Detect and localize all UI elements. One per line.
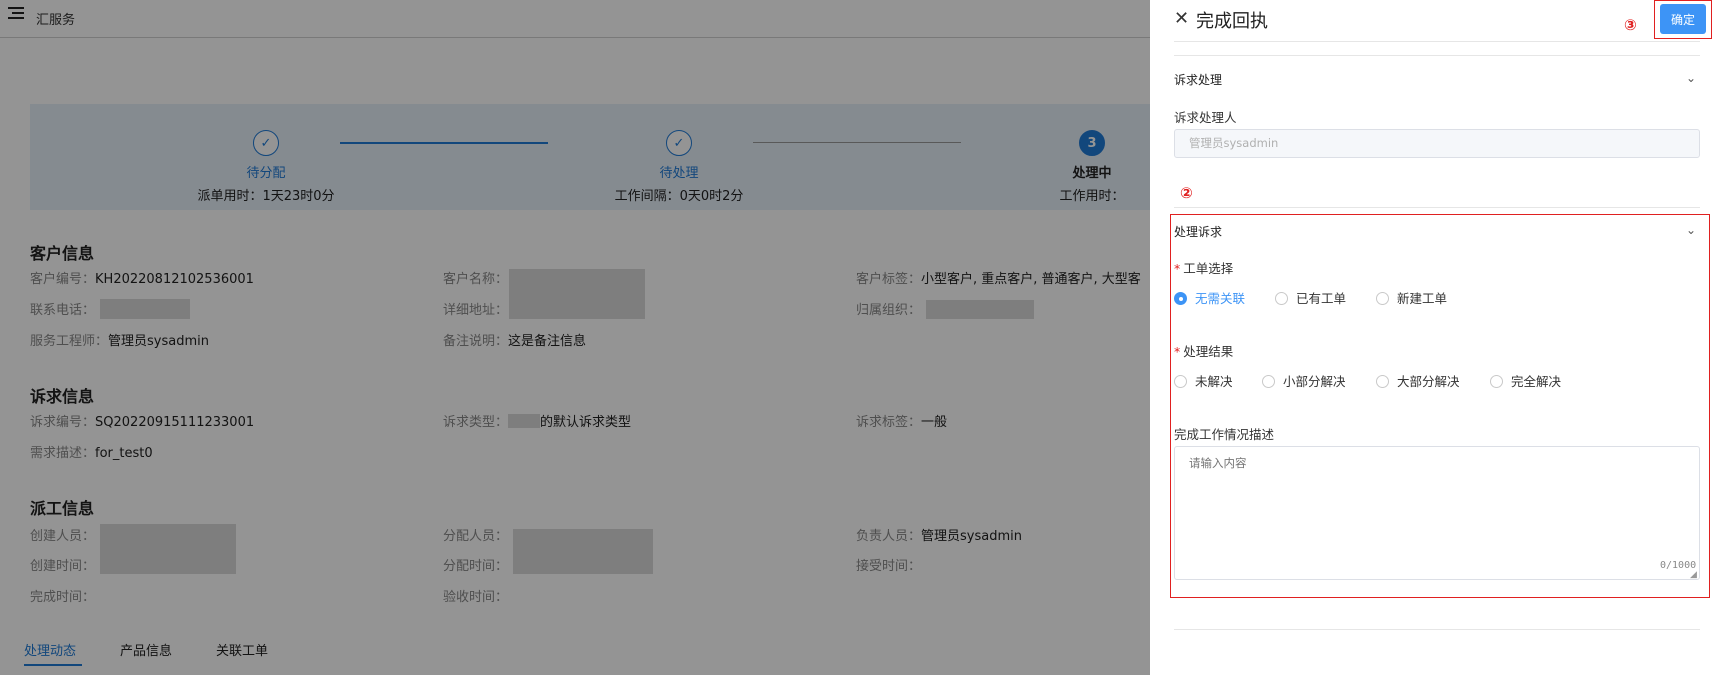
chevron-down-icon[interactable]: ⌄ [1686, 71, 1696, 85]
divider [1174, 207, 1700, 208]
modal-mask[interactable] [0, 0, 1150, 675]
highlight-box-process-request [1170, 214, 1710, 598]
divider [1174, 629, 1700, 630]
panel-header-request-handling[interactable]: 诉求处理 ⌄ [1174, 71, 1700, 91]
close-icon[interactable]: ✕ [1174, 8, 1189, 29]
handler-input: 管理员sysadmin [1174, 129, 1700, 158]
panel-title: 诉求处理 [1174, 73, 1223, 87]
highlight-box-confirm [1654, 0, 1712, 39]
handler-label: 诉求处理人 [1174, 110, 1237, 125]
drawer-title: 完成回执 [1196, 11, 1268, 32]
annotation-marker-2: ② [1180, 184, 1193, 202]
divider [1174, 55, 1700, 56]
annotation-marker-3: ③ [1624, 16, 1637, 34]
divider [1174, 41, 1700, 42]
